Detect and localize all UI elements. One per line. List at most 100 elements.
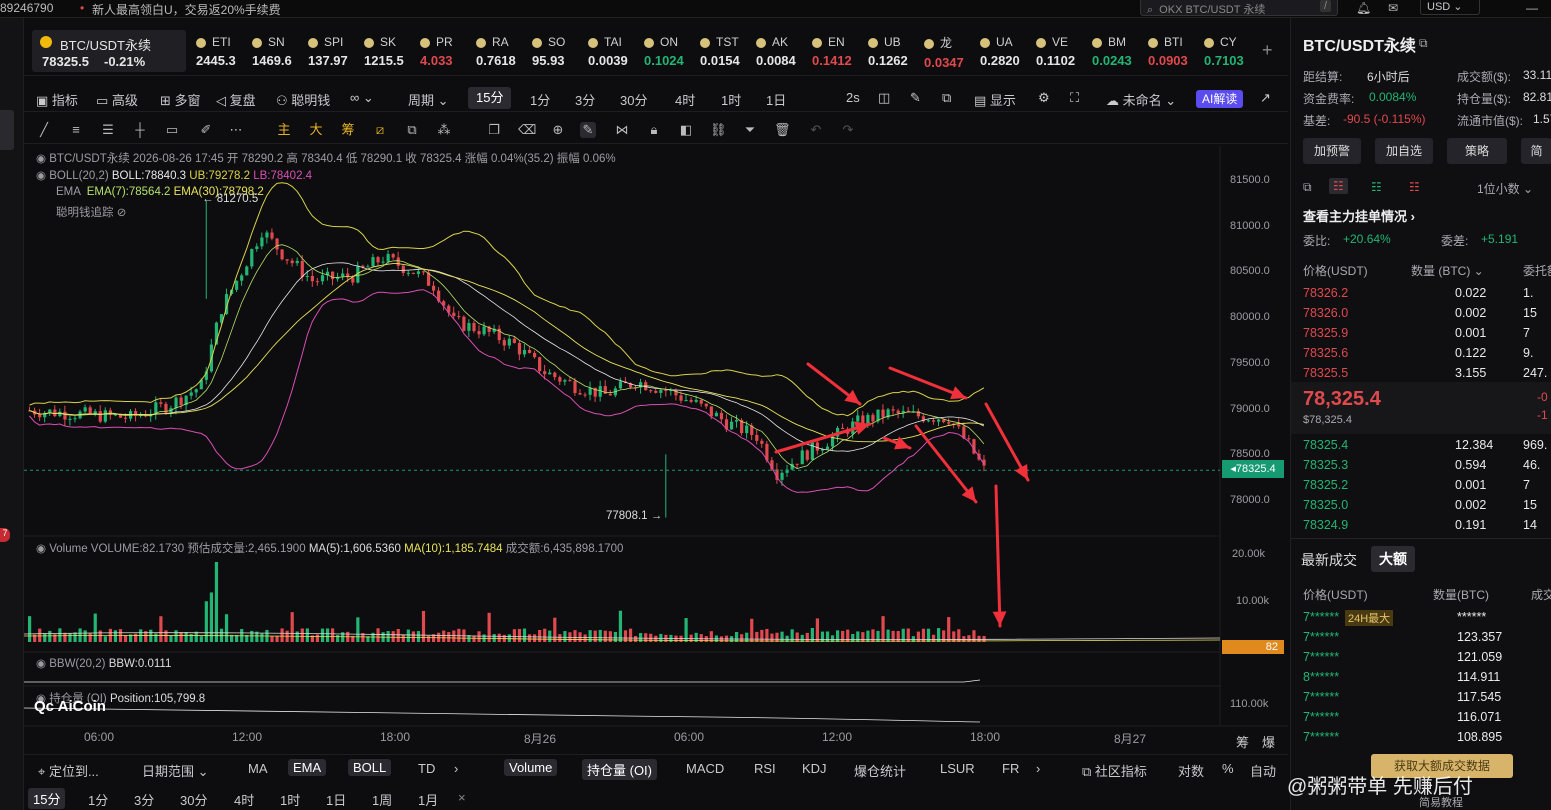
magnet-icon[interactable]: ⋈ [614, 122, 630, 138]
eye-icon[interactable]: ◉ [36, 153, 49, 165]
add-watchlist-button[interactable]: 加自选 [1375, 138, 1433, 164]
tf-bottom-1w[interactable]: 1周 [372, 790, 392, 809]
settings-icon[interactable]: ⚙ [1038, 90, 1050, 106]
indicators-button[interactable]: ▣ 指标 [36, 90, 78, 109]
mail-icon[interactable]: ✉︎ [1388, 1, 1398, 15]
main-symbol-card[interactable]: BTC/USDT永续 78325.5 -0.21% [32, 30, 186, 72]
smart-money-button[interactable]: ⚇ 聪明钱 [276, 90, 330, 109]
tf-30m[interactable]: 30分 [620, 90, 647, 109]
replay-button[interactable]: ◁ 复盘 [216, 90, 256, 109]
hide-icon[interactable]: ◧ [678, 122, 694, 138]
more-tools-icon[interactable]: ⋯ [228, 122, 244, 138]
auto-toggle[interactable]: 自动 [1250, 761, 1276, 780]
sub-macd[interactable]: MACD [686, 761, 724, 776]
chip-tool[interactable]: 筹 [340, 122, 356, 138]
hlines-icon[interactable]: ≡ [68, 122, 84, 138]
ind-boll[interactable]: BOLL [348, 759, 392, 776]
share-icon[interactable]: ↗ [1260, 90, 1271, 106]
chart-canvas[interactable] [24, 146, 1288, 752]
trades-large-tab[interactable]: 大额 [1371, 546, 1415, 572]
undo-icon[interactable]: ↶ [808, 122, 824, 138]
ticker-item[interactable]: EN 0.1412 [812, 34, 864, 74]
tf-1d[interactable]: 1日 [766, 90, 786, 109]
book-asks-icon[interactable]: ☷ [1409, 180, 1420, 194]
sub-volume[interactable]: Volume [504, 759, 558, 776]
tf-1h[interactable]: 1时 [721, 90, 741, 109]
magic-icon[interactable]: ⁂ [436, 122, 452, 138]
ticker-item[interactable]: TAI 0.0039 [588, 34, 640, 74]
parallel-icon[interactable]: ☰ [100, 122, 116, 138]
ind-ma[interactable]: MA [248, 761, 268, 776]
multi-window-button[interactable]: ⊞ 多窗 [160, 90, 201, 109]
chain-icon[interactable]: ∞ ⌄ [350, 90, 374, 106]
eraser-icon[interactable]: ⌫ [518, 122, 536, 138]
fullscreen-icon[interactable]: ⛶ [1070, 90, 1079, 106]
copy-tool-icon[interactable]: ⧉ [404, 122, 420, 138]
col-qty[interactable]: 数量 (BTC) ⌄ [1411, 262, 1484, 279]
ind-td[interactable]: TD [418, 761, 435, 776]
strategy-button[interactable]: 策略 [1447, 138, 1507, 164]
tf-3m[interactable]: 3分 [575, 90, 595, 109]
draw-mode-icon[interactable]: ✎ [580, 122, 596, 138]
search-input[interactable]: ⌕ OKX BTC/USDT 永续 / [1140, 0, 1338, 16]
ai-read-button[interactable]: AI解读 [1196, 90, 1244, 108]
community-indicators-button[interactable]: ⧉ 社区指标 [1082, 761, 1147, 780]
add-ticker-button[interactable]: + [1262, 40, 1273, 61]
ruler-tool-icon[interactable]: ⧄ [372, 122, 388, 138]
promo-text[interactable]: 新人最高领白U，交易返20%手续费 [92, 1, 281, 18]
tf-bottom-1h[interactable]: 1时 [280, 790, 300, 809]
bell-icon[interactable]: 🔔︎ [1356, 1, 1371, 15]
tf-1m[interactable]: 1分 [530, 90, 550, 109]
ticker-item[interactable]: SPI 137.97 [308, 34, 360, 74]
locate-button[interactable]: ⌖ 定位到... [38, 761, 99, 780]
sub-lsur[interactable]: LSUR [940, 761, 975, 776]
ticker-item[interactable]: RA 0.7618 [476, 34, 528, 74]
ticker-item[interactable]: AK 0.0084 [756, 34, 808, 74]
ticker-item[interactable]: PR 4.033 [420, 34, 472, 74]
tf-bottom-1m[interactable]: 1分 [88, 790, 108, 809]
ticker-item[interactable]: SK 1215.5 [364, 34, 416, 74]
log-toggle[interactable]: 对数 [1178, 761, 1204, 780]
tf-bottom-3m[interactable]: 3分 [134, 790, 154, 809]
period-button[interactable]: 周期 ⌄ [408, 90, 449, 109]
tf-bottom-15m[interactable]: 15分 [28, 788, 66, 809]
tf-bottom-1mo[interactable]: 1月 [418, 790, 438, 809]
sub-rsi[interactable]: RSI [754, 761, 776, 776]
ticker-item[interactable]: SN 1469.6 [252, 34, 304, 74]
eye-icon[interactable]: ◉ [36, 543, 49, 555]
smart-trace-legend[interactable]: 聪明钱追踪 ⊘ [56, 204, 126, 220]
ticker-item[interactable]: BM 0.0243 [1092, 34, 1144, 74]
copy-icon[interactable]: ⧉ [1419, 36, 1428, 51]
camera-icon[interactable]: ◫ [878, 90, 890, 106]
trash-icon[interactable]: 🗑︎ [774, 122, 791, 138]
chevron-right-icon[interactable]: › [454, 761, 458, 776]
percent-toggle[interactable]: % [1222, 761, 1234, 776]
ticker-item[interactable]: BTI 0.0903 [1148, 34, 1200, 74]
rect-icon[interactable]: ▭ [164, 122, 180, 138]
date-range-button[interactable]: 日期范围 ⌄ [142, 761, 209, 780]
sub-fr[interactable]: FR [1002, 761, 1019, 776]
ticker-item[interactable]: CY 0.7103 [1204, 34, 1256, 74]
chip-side-label[interactable]: 筹 [1236, 732, 1249, 751]
ticker-item[interactable]: TST 0.0154 [700, 34, 752, 74]
sub-oi[interactable]: 持仓量 (OI) [582, 759, 657, 780]
main-chip-tool[interactable]: 主 [276, 122, 292, 138]
popout-icon[interactable]: ⧉ [942, 90, 951, 106]
book-bids-icon[interactable]: ☷ [1371, 180, 1382, 194]
liquidation-side-label[interactable]: 爆 [1262, 732, 1275, 751]
chevron-right-icon[interactable]: › [1036, 761, 1040, 776]
trendline-icon[interactable]: ╱ [36, 122, 52, 138]
pencil-icon[interactable]: ✎ [910, 90, 921, 106]
zoom-icon[interactable]: ⊕ [550, 122, 566, 138]
minimize-icon[interactable]: — [1526, 1, 1538, 15]
ticker-item[interactable]: ETI 2445.3 [196, 34, 248, 74]
decimals-select[interactable]: 1位小数 ⌄ [1477, 180, 1533, 197]
add-alert-button[interactable]: 加预警 [1303, 138, 1361, 164]
ticker-item[interactable]: VE 0.1102 [1036, 34, 1088, 74]
tf-bottom-1d[interactable]: 1日 [326, 790, 346, 809]
lock-icon[interactable]: 🔒︎ [646, 122, 662, 138]
simple-button[interactable]: 简 [1521, 138, 1551, 164]
sub-kdj[interactable]: KDJ [802, 761, 827, 776]
layout-name-button[interactable]: ☁ 未命名 ⌄ [1106, 90, 1176, 109]
advanced-button[interactable]: ▭ 高级 [96, 90, 138, 109]
